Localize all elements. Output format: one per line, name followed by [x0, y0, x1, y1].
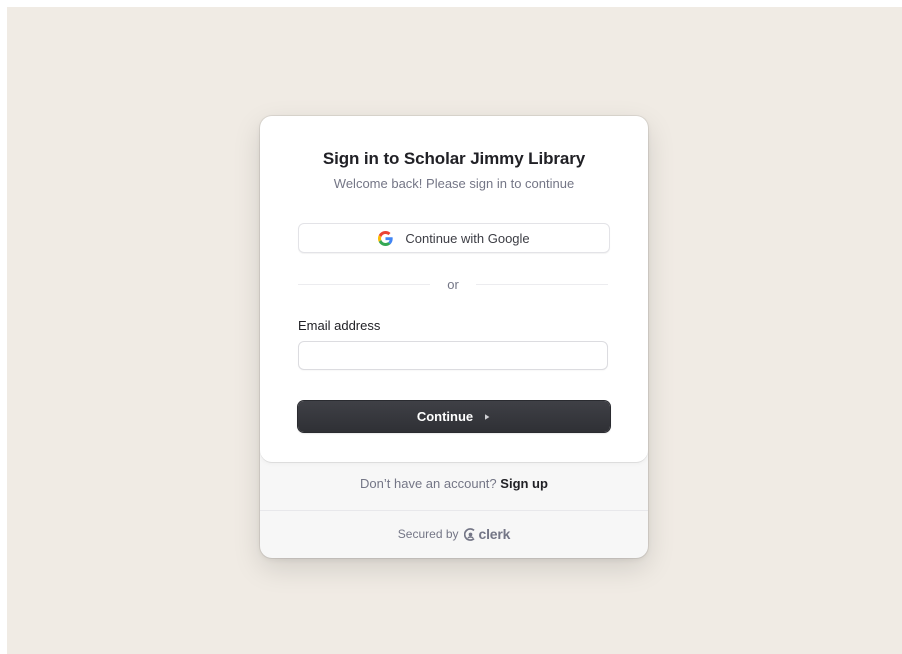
google-button-label: Continue with Google — [405, 230, 530, 246]
secured-by-footer: Secured by clerk — [260, 526, 648, 542]
continue-with-google-button[interactable]: Continue with Google — [298, 223, 610, 253]
email-label: Email address — [298, 318, 381, 333]
clerk-wordmark: clerk — [478, 526, 511, 542]
continue-button-label: Continue — [416, 409, 474, 424]
or-divider: or — [298, 276, 608, 292]
sign-in-card: Sign in to Scholar Jimmy Library Welcome… — [260, 116, 648, 558]
footer-divider — [260, 510, 648, 511]
page-title: Sign in to Scholar Jimmy Library — [322, 149, 586, 168]
sign-up-prompt: Don’t have an account? Sign up — [260, 476, 648, 491]
sign-up-link[interactable]: Sign up — [500, 476, 548, 491]
divider-line-left — [298, 283, 430, 285]
email-input[interactable] — [298, 341, 608, 370]
divider-text: or — [447, 276, 459, 292]
continue-button[interactable]: Continue — [298, 401, 610, 432]
clerk-logo-icon — [463, 527, 477, 541]
secured-by-text: Secured by — [397, 527, 459, 541]
google-icon — [378, 230, 394, 246]
divider-line-right — [476, 283, 608, 285]
page-subtitle: Welcome back! Please sign in to continue — [333, 176, 575, 191]
sign-up-prompt-text: Don’t have an account? — [360, 476, 497, 491]
clerk-logo[interactable]: clerk — [463, 526, 511, 542]
play-icon — [483, 413, 491, 421]
sign-in-form: Sign in to Scholar Jimmy Library Welcome… — [260, 116, 648, 462]
